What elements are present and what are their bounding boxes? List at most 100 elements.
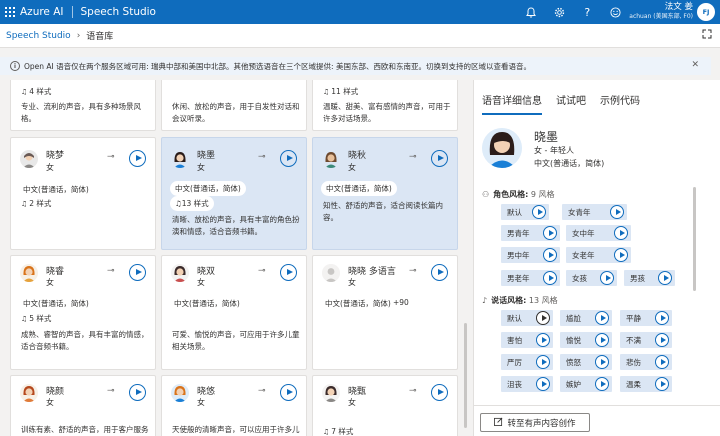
style-chip[interactable]: 愉悦: [560, 332, 612, 348]
panel-scrollbar[interactable]: [693, 187, 696, 291]
voice-card-xiaozhen[interactable]: 晓甄 女 ⊸ ♫ 7 样式: [312, 375, 458, 436]
voice-card[interactable]: ♫ 4 样式 专业、流利的声音，具有多种场景风格。: [10, 80, 156, 131]
play-button[interactable]: [614, 248, 628, 262]
role-chip[interactable]: 男青年: [501, 225, 560, 241]
play-button[interactable]: [595, 311, 609, 325]
play-button[interactable]: [543, 226, 557, 240]
play-button[interactable]: [610, 205, 624, 219]
voice-card[interactable]: ♫ 11 样式 温暖、甜美、富有感情的声音，可用于许多对话场景。: [312, 80, 458, 131]
role-chip[interactable]: 男老年: [501, 270, 560, 286]
style-chip[interactable]: 嫉妒: [560, 376, 612, 392]
bell-icon[interactable]: [517, 0, 545, 24]
play-button[interactable]: [543, 271, 557, 285]
tab-sample-code[interactable]: 示例代码: [600, 92, 640, 115]
style-chip[interactable]: 尴尬: [560, 310, 612, 326]
play-button[interactable]: [543, 248, 557, 262]
role-chip[interactable]: 男中年: [501, 247, 560, 263]
play-button[interactable]: [655, 333, 669, 347]
play-button[interactable]: [431, 150, 448, 167]
voice-card-xiaoyou[interactable]: 晓悠 女 ⊸ 天使般的清晰声音，可以应用于许多儿: [161, 375, 307, 436]
play-button[interactable]: [595, 355, 609, 369]
style-chip[interactable]: 严厉: [501, 354, 553, 370]
voice-card-xiaomeng[interactable]: 晓梦 女 ⊸ 中文(普通话，简体) ♫ 2 样式: [10, 137, 156, 250]
voice-description: 清晰、放松的声音，具有丰富的角色扮演和情感，适合音频书籍。: [172, 215, 300, 236]
play-button[interactable]: [655, 377, 669, 391]
pin-icon[interactable]: ⊸: [409, 152, 417, 162]
brand-name[interactable]: Azure AI: [20, 6, 64, 18]
voice-card-xiaoqiu[interactable]: 晓秋 女 ⊸ 中文(普通话，简体) 知性、舒适的声音，适合阅读长篇内容。: [312, 137, 458, 250]
style-chip[interactable]: 愤怒: [560, 354, 612, 370]
play-button[interactable]: [595, 333, 609, 347]
play-button[interactable]: [595, 377, 609, 391]
breadcrumb-speech-studio[interactable]: Speech Studio: [6, 31, 71, 41]
style-chip[interactable]: 悲伤: [620, 354, 672, 370]
expand-icon[interactable]: [702, 29, 712, 42]
play-button[interactable]: [129, 264, 146, 281]
style-chip[interactable]: 平静: [620, 310, 672, 326]
play-button[interactable]: [655, 311, 669, 325]
play-button[interactable]: [129, 384, 146, 401]
gear-icon[interactable]: [545, 0, 573, 24]
voice-card-xiaoshuang[interactable]: 晓双 女 ⊸ 中文(普通话，简体) 可爱、愉悦的声音，可应用于许多儿童相关场景。: [161, 255, 307, 370]
voice-card[interactable]: 休闲、放松的声音，用于自发性对话和会议听录。: [161, 80, 307, 131]
cards-scrollbar[interactable]: [464, 323, 467, 428]
app-name[interactable]: Speech Studio: [81, 6, 156, 18]
role-chip[interactable]: 女孩: [566, 270, 617, 286]
play-button[interactable]: [129, 150, 146, 167]
tab-voice-details[interactable]: 语音详细信息: [482, 92, 542, 115]
pin-icon[interactable]: ⊸: [258, 266, 266, 276]
play-button[interactable]: [600, 271, 614, 285]
pin-icon[interactable]: ⊸: [258, 386, 266, 396]
play-button[interactable]: [536, 311, 550, 325]
pin-icon[interactable]: ⊸: [107, 266, 115, 276]
style-chip[interactable]: 不满: [620, 332, 672, 348]
pin-icon[interactable]: ⊸: [258, 152, 266, 162]
help-icon[interactable]: ?: [573, 0, 601, 24]
go-to-audio-content-creation-button[interactable]: 转至有声内容创作: [480, 413, 590, 432]
role-chip[interactable]: 女老年: [566, 247, 631, 263]
play-button[interactable]: [431, 264, 448, 281]
play-button[interactable]: [532, 205, 546, 219]
style-chip[interactable]: 默认: [501, 310, 553, 326]
voice-language: 中文(普通话，简体): [534, 159, 605, 168]
role-chip[interactable]: 女青年: [562, 204, 627, 220]
play-button[interactable]: [655, 355, 669, 369]
play-button[interactable]: [280, 384, 297, 401]
style-chip[interactable]: 温柔: [620, 376, 672, 392]
close-icon[interactable]: ✕: [691, 60, 699, 70]
style-chip[interactable]: 害怕: [501, 332, 553, 348]
play-button[interactable]: [658, 271, 672, 285]
voice-card-xiaomo[interactable]: 晓墨 女 ⊸ 中文(普通话，简体) ♫13 样式 清晰、放松的声音，具有丰富的角…: [161, 137, 307, 250]
voice-card-xiaoxiao-multilingual[interactable]: 晓晓 多语言 女 ⊸ 中文(普通话，简体) +90: [312, 255, 458, 370]
edit-icon: [494, 417, 503, 428]
play-button[interactable]: [536, 377, 550, 391]
user-avatar[interactable]: FJ: [697, 3, 715, 21]
play-button[interactable]: [431, 384, 448, 401]
play-button[interactable]: [280, 264, 297, 281]
play-button[interactable]: [614, 226, 628, 240]
app-launcher-icon[interactable]: [0, 0, 20, 24]
breadcrumb-voice-gallery: 语音库: [86, 32, 114, 42]
style-chip[interactable]: 沮丧: [501, 376, 553, 392]
pin-icon[interactable]: ⊸: [409, 386, 417, 396]
voice-name: 晓双: [197, 267, 216, 277]
voice-gender: 女: [348, 398, 356, 407]
feedback-smiley-icon[interactable]: [601, 0, 629, 24]
role-chip[interactable]: 女中年: [566, 225, 631, 241]
pin-icon[interactable]: ⊸: [107, 386, 115, 396]
play-button[interactable]: [536, 333, 550, 347]
play-button[interactable]: [536, 355, 550, 369]
role-chip[interactable]: 男孩: [624, 270, 675, 286]
role-chip[interactable]: 默认: [501, 204, 549, 220]
account-info[interactable]: 法文 姜 achuan (美国东部, F0): [629, 3, 693, 21]
tab-try-it[interactable]: 试试吧: [556, 92, 586, 115]
voice-name: 晓甄: [348, 387, 367, 397]
voice-card-xiaorui[interactable]: 晓睿 女 ⊸ 中文(普通话，简体) ♫ 5 样式 成熟、睿智的声音，具有丰富的情感…: [10, 255, 156, 370]
play-button[interactable]: [280, 150, 297, 167]
voice-name: 晓晓 多语言: [348, 267, 396, 277]
pin-icon[interactable]: ⊸: [107, 152, 115, 162]
style-count: ♫ 5 样式: [21, 314, 52, 323]
voice-language: 中文(普通话，简体): [174, 299, 240, 308]
pin-icon[interactable]: ⊸: [409, 266, 417, 276]
voice-card-xiaoyan[interactable]: 晓颜 女 ⊸ 训练有素、舒适的声音，用于客户服务: [10, 375, 156, 436]
